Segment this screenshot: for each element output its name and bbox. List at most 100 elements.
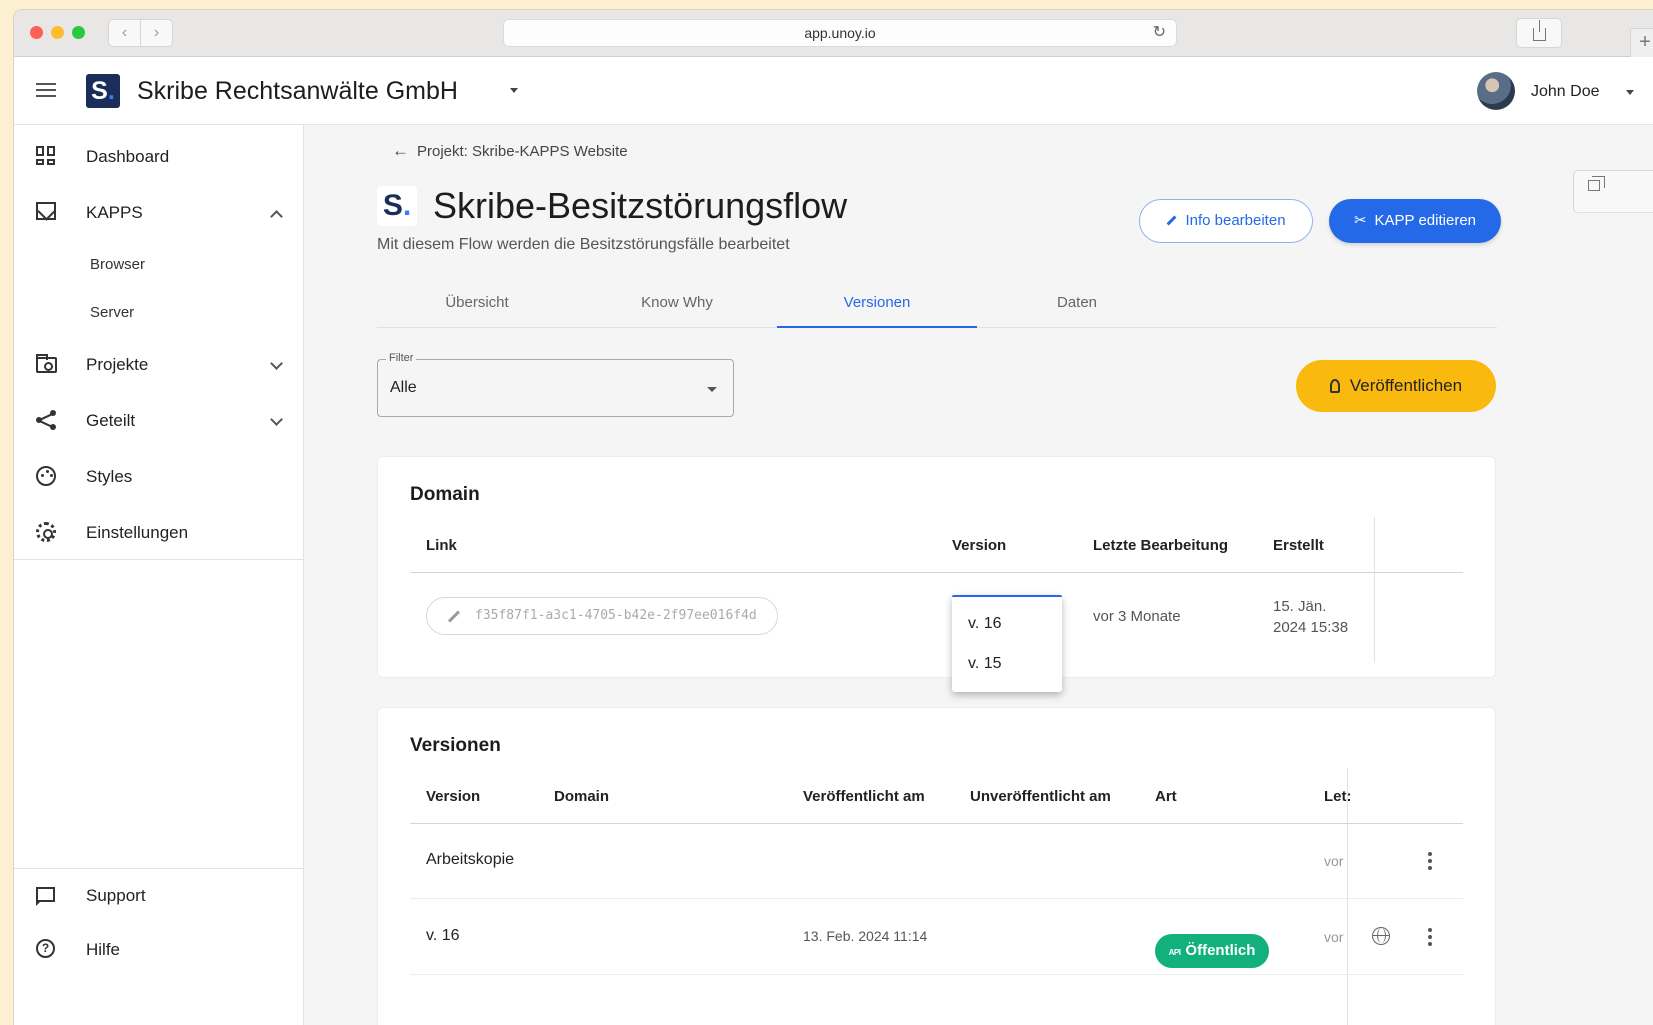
share-icon [36,410,58,432]
share-button[interactable] [1516,18,1562,48]
domain-card-title: Domain [410,484,480,505]
sidebar-item-label: Hilfe [86,940,121,959]
api-icon: API [1168,948,1181,957]
logo-dot: . [402,189,412,222]
avatar[interactable] [1477,72,1515,110]
row-divider [410,898,1463,899]
tab-daten[interactable]: Daten [977,285,1177,328]
created-time: 2024 15:38 [1273,619,1349,636]
url-text: app.unoy.io [804,25,876,41]
browser-back-button[interactable]: ‹ [108,19,141,47]
sidebar-item-support[interactable]: Support [14,871,303,919]
menu-button[interactable] [28,75,64,107]
sidebar-item-hilfe[interactable]: ? Hilfe [14,925,303,973]
browser-window: ‹ › app.unoy.io ↻ + S. Skribe Rechtsanwä… [14,10,1653,1025]
version-option-15[interactable]: v. 15 [968,655,1002,673]
edit-info-label: Info bearbeiten [1185,212,1286,229]
user-dropdown-icon[interactable] [1626,90,1634,95]
user-name[interactable]: John Doe [1531,83,1600,101]
more-vert-icon[interactable] [1428,852,1432,870]
column-divider [1374,517,1375,663]
page-title: Skribe-Besitzstörungsflow [433,185,848,226]
domain-card: Domain Link Version Letzte Bearbeitung E… [377,456,1496,692]
folder-icon [36,354,58,376]
column-header-version: Version [952,537,1007,554]
tab-know-why[interactable]: Know Why [577,285,777,328]
sidebar-item-dashboard[interactable]: Dashboard [14,132,303,180]
globe-icon[interactable] [1372,927,1390,945]
more-vert-icon[interactable] [1428,928,1432,946]
tab-versionen[interactable]: Versionen [777,285,977,328]
org-dropdown-icon[interactable] [510,88,518,93]
domain-link-text: f35f87f1-a3c1-4705-b42e-2f97ee016f4d [475,608,757,623]
published-cell: 13. Feb. 2024 11:14 [803,928,928,944]
sidebar-item-label: Geteilt [86,411,136,430]
column-header-created: Erstellt [1273,537,1324,554]
sidebar-subitem-server[interactable]: Server [90,304,134,321]
minimize-window-button[interactable] [51,26,64,39]
sidebar-item-label: Support [86,886,146,905]
domain-link-chip[interactable]: f35f87f1-a3c1-4705-b42e-2f97ee016f4d [426,597,778,635]
sidebar-item-kapps[interactable]: KAPPS [14,188,303,236]
app-logo[interactable]: S. [86,74,120,108]
column-header-unpublished: Unveröffentlicht am [970,788,1111,805]
row-divider [410,974,1463,975]
sidebar: Dashboard KAPPS Browser Server Projekte … [14,125,304,1025]
organization-name[interactable]: Skribe Rechtsanwälte GmbH [137,77,458,106]
new-tab-button[interactable]: + [1630,28,1653,58]
chevron-up-icon[interactable] [270,210,283,223]
browser-forward-button[interactable]: › [140,19,173,47]
gear-icon [36,522,58,544]
tab-uebersicht[interactable]: Übersicht [377,285,577,328]
header-divider [410,823,1463,824]
app-header: S. Skribe Rechtsanwälte GmbH John Doe [14,57,1653,125]
filter-label: Filter [386,352,417,364]
close-window-button[interactable] [30,26,43,39]
sidebar-item-label: Styles [86,467,133,486]
sidebar-subitem-browser[interactable]: Browser [90,256,145,273]
column-header-version: Version [426,788,481,805]
sidebar-item-label: Dashboard [86,147,170,166]
hamburger-icon [36,83,56,97]
arrow-left-icon: ← [392,141,409,160]
last-cell: vor [1324,853,1344,869]
address-bar[interactable]: app.unoy.io ↻ [503,19,1177,47]
column-header-published: Veröffentlicht am [803,788,925,805]
column-header-link: Link [426,537,457,554]
column-header-domain: Domain [554,788,610,805]
last-edit-value: vor 3 Monate [1093,608,1181,625]
version-cell: Arbeitskopie [426,851,515,868]
column-header-type: Art [1155,788,1177,805]
column-divider [1347,768,1348,1025]
version-dropdown-menu: v. 16 v. 15 [952,595,1062,692]
versions-card: Versionen Version Domain Veröffentlicht … [377,707,1496,1025]
edit-kapp-button[interactable]: ✂ KAPP editieren [1329,199,1501,243]
version-option-16[interactable]: v. 16 [968,615,1002,633]
help-icon: ? [36,939,58,961]
sidebar-item-einstellungen[interactable]: Einstellungen [14,508,303,556]
header-divider [410,572,1463,573]
column-header-last-edit: Letzte Bearbeitung [1093,537,1229,554]
filter-select[interactable]: Filter Alle [377,352,734,417]
rocket-icon [1329,379,1340,393]
publish-button[interactable]: Veröffentlichen [1296,360,1496,412]
kapps-icon [36,202,58,224]
dashboard-icon [36,146,58,168]
caret-down-icon [707,387,717,392]
breadcrumb[interactable]: ← Projekt: Skribe-KAPPS Website [392,141,628,161]
chevron-down-icon[interactable] [270,413,283,426]
main-content: ← Projekt: Skribe-KAPPS Website S. Skribe… [305,125,1653,1025]
dropdown-focus-edge [952,595,1062,597]
reload-icon[interactable]: ↻ [1153,20,1166,46]
sidebar-item-styles[interactable]: Styles [14,452,303,500]
chevron-down-icon[interactable] [270,357,283,370]
browser-toolbar: ‹ › app.unoy.io ↻ [14,10,1653,213]
edit-info-button[interactable]: Info bearbeiten [1139,199,1313,243]
sidebar-item-projekte[interactable]: Projekte [14,340,303,388]
maximize-window-button[interactable] [72,26,85,39]
share-icon [1533,20,1546,41]
chevron-right-icon: › [153,24,160,41]
breadcrumb-label: Projekt: Skribe-KAPPS Website [417,143,628,160]
sidebar-item-geteilt[interactable]: Geteilt [14,396,303,444]
status-badge-label: Öffentlich [1185,942,1256,959]
